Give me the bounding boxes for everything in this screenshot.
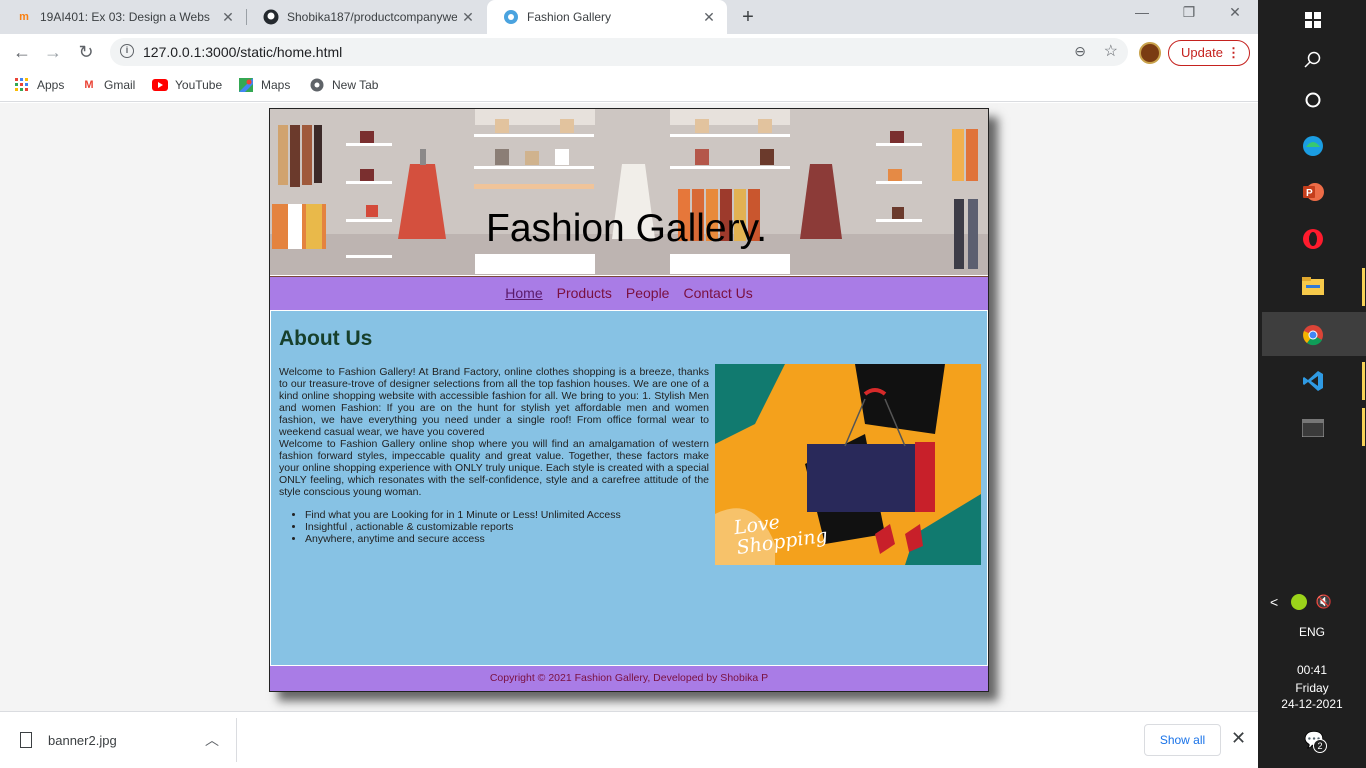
- zoom-icon[interactable]: ⊖: [1074, 43, 1086, 60]
- about-section: About Us Welcome to Fashion Gallery! At …: [270, 310, 988, 666]
- close-icon[interactable]: ✕: [701, 9, 717, 25]
- list-item: Find what you are Looking for in 1 Minut…: [305, 509, 705, 521]
- nav-link-people[interactable]: People: [626, 285, 670, 301]
- close-icon[interactable]: ✕: [220, 9, 236, 25]
- reload-button[interactable]: ↻: [74, 40, 98, 64]
- browser-toolbar: ← → ↻ i 127.0.0.1:3000/static/home.html …: [0, 34, 1258, 70]
- about-paragraph: Welcome to Fashion Gallery online shop w…: [279, 438, 709, 498]
- tab-title: Fashion Gallery: [527, 10, 612, 24]
- bookmark-youtube[interactable]: YouTube: [152, 77, 222, 93]
- bookmark-label: Apps: [37, 78, 65, 92]
- list-item: Anywhere, anytime and secure access: [305, 533, 705, 545]
- opera-icon[interactable]: [1300, 226, 1326, 252]
- chrome-icon[interactable]: [1300, 322, 1326, 348]
- clock-date: 24-12-2021: [1281, 697, 1343, 711]
- volume-muted-icon[interactable]: 🔇: [1314, 594, 1334, 610]
- windows-taskbar: P < 🔇 ENG 00:41 Friday 24-12-2021 💬 2: [1258, 0, 1366, 768]
- vscode-icon[interactable]: [1300, 368, 1326, 394]
- download-bar: banner2.jpg ︿ Show all ✕: [0, 711, 1258, 768]
- close-window-button[interactable]: ✕: [1220, 4, 1250, 21]
- running-indicator: [1362, 362, 1365, 400]
- globe-icon: [309, 77, 325, 93]
- back-button[interactable]: ←: [10, 40, 34, 64]
- nav-link-contact-us[interactable]: Contact Us: [683, 285, 752, 301]
- tab-title: 19AI401: Ex 03: Design a Website: [40, 10, 210, 24]
- new-tab-button[interactable]: +: [738, 6, 758, 29]
- gmail-icon: M: [84, 79, 94, 91]
- globe-icon: [503, 9, 519, 25]
- minimize-button[interactable]: —: [1127, 4, 1157, 20]
- terminal-icon[interactable]: [1300, 415, 1326, 441]
- bookmark-gmail[interactable]: M Gmail: [81, 77, 135, 93]
- update-button[interactable]: Update ⋮: [1168, 40, 1250, 66]
- bookmark-star-icon[interactable]: ☆: [1104, 41, 1118, 61]
- clock-time[interactable]: 00:41: [1258, 663, 1366, 677]
- about-paragraph: Welcome to Fashion Gallery! At Brand Fac…: [279, 366, 709, 438]
- forward-button[interactable]: →: [41, 40, 65, 64]
- site-title: Fashion Gallery.: [486, 207, 768, 250]
- youtube-icon: [152, 77, 168, 93]
- notification-count-badge: 2: [1313, 739, 1327, 753]
- chevron-up-icon[interactable]: ︿: [205, 730, 219, 750]
- nav-link-home[interactable]: Home: [505, 285, 542, 301]
- divider: [236, 718, 237, 762]
- tab-moodle[interactable]: m 19AI401: Ex 03: Design a Website ✕: [0, 0, 246, 34]
- moodle-icon: m: [19, 11, 29, 23]
- maps-icon: [238, 77, 254, 93]
- bookmark-label: YouTube: [175, 78, 223, 92]
- fashion-gallery-site: Fashion Gallery. Home Products People Conta…: [269, 108, 989, 692]
- page-viewport: Fashion Gallery. Home Products People Conta…: [0, 103, 1258, 711]
- running-indicator: [1362, 408, 1365, 446]
- bookmarks-bar: Apps M Gmail YouTube Maps New Tab: [0, 70, 1258, 102]
- info-icon[interactable]: i: [120, 44, 134, 58]
- edge-icon[interactable]: [1300, 133, 1326, 159]
- close-icon[interactable]: ✕: [1231, 728, 1246, 749]
- tab-bar: m 19AI401: Ex 03: Design a Website ✕ Sho…: [0, 0, 1258, 34]
- download-filename: banner2.jpg: [48, 732, 117, 748]
- url-text[interactable]: 127.0.0.1:3000/static/home.html: [143, 44, 342, 60]
- bookmark-apps[interactable]: Apps: [14, 77, 64, 93]
- download-item[interactable]: banner2.jpg: [20, 732, 117, 748]
- about-text: Welcome to Fashion Gallery! At Brand Fac…: [279, 366, 709, 498]
- search-icon[interactable]: [1300, 47, 1326, 73]
- cortana-icon[interactable]: [1300, 87, 1326, 113]
- running-indicator: [1362, 268, 1365, 306]
- file-icon: [20, 732, 32, 748]
- github-icon: [263, 9, 279, 25]
- main-nav: Home Products People Contact Us: [270, 276, 988, 310]
- feature-list: Find what you are Looking for in 1 Minut…: [305, 509, 705, 545]
- close-icon[interactable]: ✕: [460, 9, 476, 25]
- svg-text:P: P: [1306, 188, 1313, 199]
- banner: Fashion Gallery.: [270, 109, 988, 275]
- bookmark-label: Maps: [261, 78, 291, 92]
- windows-start-icon[interactable]: [1300, 7, 1326, 33]
- bookmark-label: New Tab: [332, 78, 379, 92]
- love-shopping-image: Love Shopping: [715, 364, 981, 565]
- bookmark-maps[interactable]: Maps: [238, 77, 290, 93]
- bookmark-label: Gmail: [104, 78, 136, 92]
- site-footer: Copyright © 2021 Fashion Gallery, Develo…: [270, 666, 988, 691]
- restore-button[interactable]: ❐: [1174, 4, 1204, 21]
- tray-app-icon[interactable]: [1291, 594, 1307, 610]
- nav-link-products[interactable]: Products: [557, 285, 612, 301]
- list-item: Insightful , actionable & customizable r…: [305, 521, 705, 533]
- tab-fashion-gallery[interactable]: Fashion Gallery ✕: [487, 0, 727, 34]
- menu-dots-icon: ⋮: [1227, 45, 1240, 60]
- address-bar[interactable]: i 127.0.0.1:3000/static/home.html ⊖ ☆: [110, 38, 1128, 66]
- about-heading: About Us: [279, 327, 373, 350]
- bookmark-new-tab[interactable]: New Tab: [309, 77, 378, 93]
- profile-avatar[interactable]: [1139, 42, 1161, 64]
- apps-grid-icon: [14, 77, 30, 93]
- browser-window: m 19AI401: Ex 03: Design a Website ✕ Sho…: [0, 0, 1258, 768]
- show-all-button[interactable]: Show all: [1144, 724, 1221, 756]
- tab-github[interactable]: Shobika187/productcompanywe ✕: [247, 0, 486, 34]
- clock-day: Friday: [1295, 681, 1329, 695]
- file-explorer-icon[interactable]: [1300, 273, 1326, 299]
- tray-chevron-icon[interactable]: <: [1258, 594, 1366, 610]
- tab-title: Shobika187/productcompanywe: [287, 10, 457, 24]
- language-indicator[interactable]: ENG: [1258, 625, 1366, 639]
- powerpoint-icon[interactable]: P: [1300, 179, 1326, 205]
- update-label: Update: [1181, 45, 1223, 60]
